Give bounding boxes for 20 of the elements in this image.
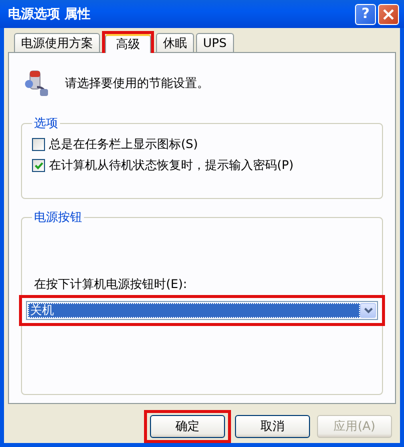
- dialog-button[interactable]: 确定: [150, 415, 225, 438]
- close-icon: [382, 8, 395, 20]
- group-title: 选项: [33, 115, 59, 132]
- checkbox[interactable]: [32, 159, 45, 172]
- help-button[interactable]: ?: [355, 4, 376, 24]
- dropdown[interactable]: 关机: [26, 301, 378, 320]
- dropdown-label: 在按下计算机电源按钮时(E):: [34, 276, 188, 293]
- intro-text: 请选择要使用的节能设置。: [65, 74, 209, 92]
- close-button[interactable]: [378, 4, 399, 24]
- checkbox-label: 总是在任务栏上显示图标(S): [49, 136, 198, 153]
- dropdown-value: 关机: [28, 303, 360, 318]
- tab[interactable]: 电源使用方案: [14, 33, 100, 52]
- tab[interactable]: 高级: [105, 34, 151, 53]
- checkbox[interactable]: [32, 138, 45, 151]
- dialog-button[interactable]: 取消: [235, 415, 310, 438]
- window-title: 电源选项 属性: [8, 6, 92, 23]
- group-title: 电源按钮: [33, 209, 83, 226]
- tab[interactable]: UPS: [196, 33, 234, 52]
- checkbox-label: 在计算机从待机状态恢复时，提示输入密码(P): [49, 157, 294, 174]
- tab[interactable]: 休眠: [156, 33, 194, 52]
